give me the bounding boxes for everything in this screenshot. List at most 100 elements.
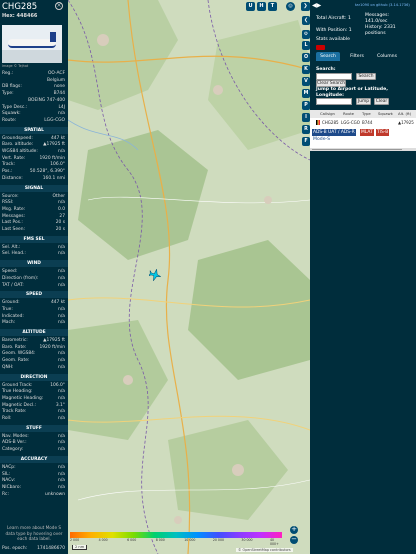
- map-side-button-v[interactable]: V: [302, 77, 310, 86]
- fms-row-value: n/a: [58, 244, 65, 250]
- search-input[interactable]: [316, 73, 352, 80]
- map-view[interactable]: [68, 0, 310, 554]
- map-button-t[interactable]: T: [268, 2, 277, 11]
- section-wind[interactable]: WIND: [0, 260, 68, 268]
- section-fms[interactable]: FMS SEL: [0, 235, 68, 243]
- altitude-legend-label: 8 000: [155, 538, 165, 542]
- wind-row-value: n/a: [58, 269, 65, 275]
- speed-row-value: n/a: [58, 313, 65, 319]
- accuracy-row: NICbaro: n/a: [2, 485, 65, 492]
- col-squawk[interactable]: Squawk: [378, 111, 393, 116]
- clear-button[interactable]: Clear: [374, 98, 389, 105]
- close-icon[interactable]: ×: [55, 2, 63, 10]
- section-direction[interactable]: DIRECTION: [0, 373, 68, 381]
- map-side-button-k[interactable]: K: [302, 65, 310, 74]
- speed-row-value: n/a: [58, 306, 65, 312]
- map-attribution[interactable]: © OpenStreetMap contributors: [236, 548, 293, 552]
- section-accuracy[interactable]: ACCURACY: [0, 455, 68, 463]
- stats-link[interactable]: [316, 45, 325, 50]
- accuracy-row-label: SIL:: [2, 471, 11, 477]
- direction-row-value: n/a: [58, 395, 65, 401]
- map-side-button-o[interactable]: O: [302, 53, 310, 62]
- aircraft-header: CHG285 Hex: 448466: [2, 2, 37, 19]
- map-side-button-r[interactable]: R: [302, 125, 310, 134]
- clear-search-button[interactable]: Clear Search: [316, 80, 346, 87]
- col-callsign[interactable]: Callsign: [320, 111, 335, 116]
- section-speed[interactable]: SPEED: [0, 291, 68, 299]
- zoom-in-button[interactable]: +: [290, 526, 298, 534]
- collapse-panel-icon[interactable]: ❯: [301, 2, 310, 11]
- direction-row-value: n/a: [58, 389, 65, 395]
- detail-row-value: L4J: [58, 104, 65, 110]
- info-note: Learn more about Mode S data type by hov…: [5, 525, 63, 541]
- row-callsign: CHG285: [322, 120, 339, 125]
- pos-epoch-value: 1741486670: [37, 546, 65, 551]
- tab-columns[interactable]: Columns: [372, 52, 402, 61]
- wind-row: Speed: n/a: [2, 269, 65, 276]
- col-altitude[interactable]: Alt. (ft): [398, 111, 411, 116]
- direction-row-value: 3.1°: [55, 402, 65, 408]
- stuff-row-label: Category:: [2, 447, 24, 453]
- col-route[interactable]: Route: [343, 111, 354, 116]
- map-button-u[interactable]: U: [246, 2, 255, 11]
- settings-icon[interactable]: ⚙: [302, 30, 310, 39]
- altitude-legend-label: 4 000: [98, 538, 108, 542]
- spatial-row: WGS84 altitude: n/a: [2, 149, 65, 156]
- tab-search[interactable]: Search: [316, 52, 340, 61]
- scrollbar-thumb[interactable]: [312, 149, 402, 150]
- map-side-button-p[interactable]: P: [302, 101, 310, 110]
- detail-row-value: Belgium: [47, 77, 65, 83]
- accuracy-row-value: n/a: [58, 484, 65, 490]
- altitude-row: Barometric: ▲17925 ft: [2, 338, 65, 345]
- signal-row: Msg. Rate: 0.0: [2, 207, 65, 214]
- direction-row: Magnetic Heading: n/a: [2, 396, 65, 403]
- direction-row-label: Roll:: [2, 416, 12, 421]
- col-type[interactable]: Type: [362, 111, 371, 116]
- accuracy-row: Rc: unknown: [2, 492, 65, 499]
- chip-uat[interactable]: UAT / ADS-R: [327, 129, 356, 136]
- aircraft-marker-icon[interactable]: [149, 269, 161, 281]
- map-side-button-m[interactable]: M: [302, 89, 310, 98]
- zoom-out-button[interactable]: −: [290, 536, 298, 544]
- section-spatial[interactable]: SPATIAL: [0, 126, 68, 134]
- spatial-row: Baro. altitude: ▲17925 ft: [2, 142, 65, 149]
- altitude-legend-label: 6 000: [127, 538, 137, 542]
- accuracy-row-label: NICbaro:: [2, 484, 21, 490]
- panel-nav-icon[interactable]: ◀▶: [312, 2, 321, 9]
- signal-row-value: 20 s: [55, 227, 65, 232]
- wind-row-label: TAT / OAT:: [2, 282, 24, 288]
- table-row[interactable]: CHG285 LGG-CGO B744 ▲17925: [310, 119, 416, 126]
- section-altitude[interactable]: ALTITUDE: [0, 329, 68, 336]
- altitude-row-label: Geom. Rate:: [2, 358, 30, 364]
- version-link[interactable]: tar1090 on github (3.14.1736): [355, 3, 410, 7]
- altitude-legend-label: 10 000: [184, 538, 196, 542]
- search-button[interactable]: Search: [356, 73, 376, 80]
- chip-adsb[interactable]: ADS-B: [312, 129, 328, 136]
- chip-tisb[interactable]: TIS-B: [376, 129, 390, 136]
- aircraft-photo[interactable]: [2, 25, 62, 63]
- expand-icon[interactable]: ❮: [302, 16, 310, 25]
- section-signal[interactable]: SIGNAL: [0, 184, 68, 192]
- accuracy-row-value: n/a: [58, 464, 65, 470]
- signal-row: RSSI: n/a: [2, 200, 65, 207]
- aircraft-marker-shape: [149, 269, 161, 281]
- jump-input[interactable]: [316, 98, 352, 105]
- tab-filters[interactable]: Filters: [344, 52, 370, 61]
- row-route: LGG-CGO: [341, 120, 360, 125]
- map-side-button-i[interactable]: I: [302, 113, 310, 122]
- spatial-row-label: WGS84 altitude:: [2, 149, 38, 154]
- chip-modes[interactable]: Mode-S: [313, 137, 330, 142]
- detail-row: DB flags: none: [2, 84, 65, 91]
- detail-row: Route: LGG-CGO: [2, 118, 65, 125]
- map-side-button-l[interactable]: L: [302, 41, 310, 50]
- spatial-row-label: Groundspeed:: [2, 135, 33, 141]
- map-button-h[interactable]: H: [257, 2, 266, 11]
- altitude-row: QNH: n/a: [2, 365, 65, 372]
- layers-icon[interactable]: ◎: [286, 2, 295, 11]
- chip-mlat[interactable]: MLAT: [360, 129, 374, 136]
- speed-row-value: 447 kt: [50, 300, 65, 306]
- map-side-button-f[interactable]: F: [302, 137, 310, 146]
- section-stuff[interactable]: STUFF: [0, 424, 68, 432]
- stuff-row-value: n/a: [58, 447, 65, 453]
- jump-button[interactable]: Jump: [356, 98, 371, 105]
